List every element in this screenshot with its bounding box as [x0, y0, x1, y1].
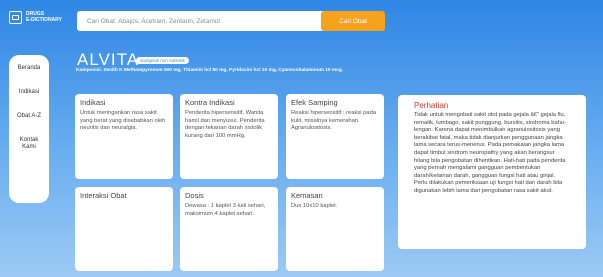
card-body: Reaksi hipersensitif : reaksi pada kulit… [291, 110, 377, 131]
card-efek-samping: Efek Samping Reaksi hipersensitif : reak… [286, 94, 384, 179]
drug-category-badge: analgesik non narkotik [136, 57, 189, 64]
logo-line-2: E-DICTIONARY [26, 16, 62, 23]
sidebar-item-obat-a-z[interactable]: Obat A-Z [9, 113, 49, 120]
warning-panel: Perhatian Tidak untuk mengobati sakit ot… [398, 95, 586, 249]
search-input[interactable] [77, 11, 361, 31]
card-body: Dewasa : 1 kaplet 3 kali sehari, maksimu… [185, 203, 266, 217]
drug-name: ALVITA [77, 50, 140, 69]
sidebar: Beranda Indikasi Obat A-Z Kontak Kami [9, 55, 49, 203]
book-icon [9, 11, 22, 24]
card-title: Interaksi Obat [80, 191, 127, 200]
card-body: Dus 10x10 kaplet. [291, 203, 338, 209]
warning-title: Perhatian [414, 101, 449, 110]
card-indikasi: Indikasi Untuk meringankan rasa sakit ya… [75, 94, 173, 179]
logo-text: DRUGS E-DICTIONARY [26, 11, 62, 23]
card-title: Kemasan [291, 191, 323, 200]
warning-body: Tidak untuk mengobati sakit otot pada ge… [414, 112, 567, 194]
search-button[interactable]: Cari Obat [321, 11, 385, 31]
sidebar-item-beranda[interactable]: Beranda [9, 65, 49, 72]
card-body: Untuk meringankan rasa sakit yang berat … [80, 110, 166, 131]
card-title: Dosis [185, 191, 204, 200]
app-logo[interactable]: DRUGS E-DICTIONARY [9, 11, 62, 24]
card-body: Penderita hipersensitif. Wanita hamil da… [185, 110, 265, 139]
drug-composition: Komposisi: Zenith K Methampyronum 500 mg… [76, 68, 344, 73]
card-title: Kontra Indikasi [185, 98, 235, 107]
top-bar: DRUGS E-DICTIONARY Cari Obat [0, 0, 603, 38]
card-dosis: Dosis Dewasa : 1 kaplet 3 kali sehari, m… [180, 187, 278, 271]
card-kemasan: Kemasan Dus 10x10 kaplet. [286, 187, 384, 271]
card-kontra-indikasi: Kontra Indikasi Penderita hipersensitif.… [180, 94, 278, 179]
sidebar-item-indikasi[interactable]: Indikasi [9, 89, 49, 96]
card-interaksi-obat: Interaksi Obat [75, 187, 173, 271]
card-title: Efek Samping [291, 98, 338, 107]
sidebar-item-kontak-kami[interactable]: Kontak Kami [16, 137, 42, 151]
card-title: Indikasi [80, 98, 106, 107]
